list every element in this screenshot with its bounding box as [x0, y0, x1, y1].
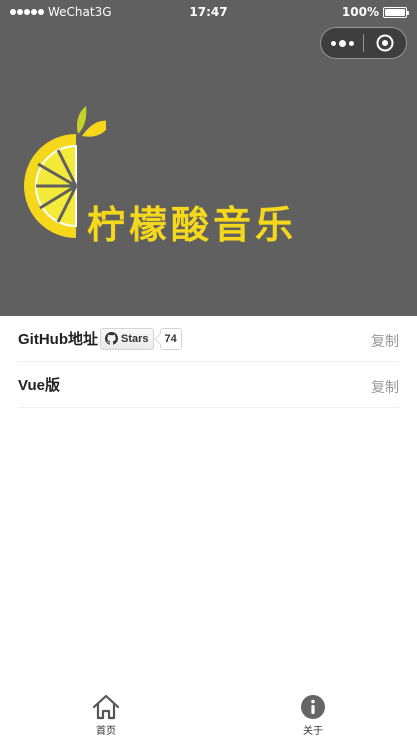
more-dots-icon[interactable]: [321, 28, 363, 58]
mini-program-capsule: [320, 27, 407, 59]
github-icon: [105, 332, 118, 345]
tab-about-label: 关于: [303, 726, 323, 737]
tab-bar: 首页 关于: [0, 688, 417, 738]
link-list: GitHub地址 Stars 74 复制 Vue版 复制: [0, 316, 417, 408]
info-icon: [301, 695, 325, 719]
stars-label: Stars: [121, 332, 149, 345]
battery-status: 100%: [341, 5, 409, 19]
target-icon[interactable]: [364, 28, 406, 58]
banner: 柠檬酸音乐: [0, 24, 417, 316]
list-item-vue: Vue版 复制: [18, 362, 399, 408]
tab-home-label: 首页: [96, 726, 116, 737]
copy-vue-button[interactable]: 复制: [371, 377, 399, 397]
tab-home[interactable]: 首页: [66, 693, 146, 737]
vue-label: Vue版: [18, 377, 60, 394]
stars-button[interactable]: Stars: [100, 327, 154, 350]
battery-percent: 100%: [341, 5, 379, 19]
github-label: GitHub地址: [18, 331, 98, 348]
status-bar: WeChat3G 17:47 100%: [0, 0, 417, 24]
github-stars-badge[interactable]: Stars 74: [100, 327, 182, 350]
stars-count[interactable]: 74: [159, 327, 182, 350]
battery-icon: [383, 6, 409, 18]
brand-title: 柠檬酸音乐: [87, 202, 298, 247]
tab-about[interactable]: 关于: [273, 693, 353, 737]
list-item-github: GitHub地址 Stars 74 复制: [18, 316, 399, 362]
copy-github-button[interactable]: 复制: [371, 331, 399, 351]
home-icon: [92, 694, 120, 720]
